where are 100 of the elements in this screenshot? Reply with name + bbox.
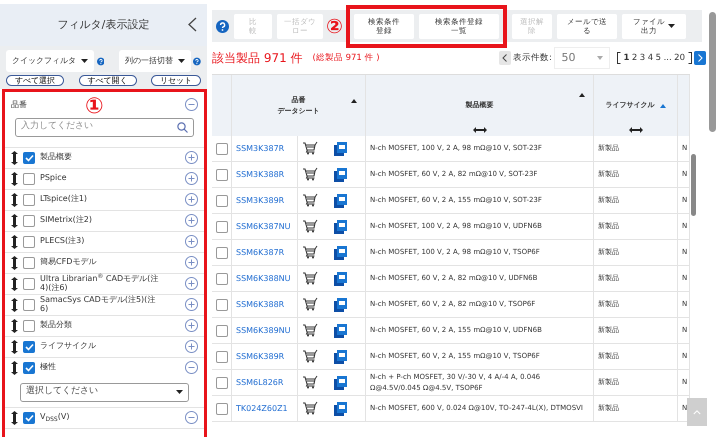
drag-handle-icon[interactable] <box>11 192 18 206</box>
search-field[interactable]: 入力してください <box>15 118 194 136</box>
pdf-icon[interactable] <box>334 376 347 390</box>
checkbox[interactable] <box>23 298 35 310</box>
expand-icon[interactable] <box>185 235 198 248</box>
pdf-icon[interactable] <box>334 168 347 182</box>
scrollbar-thumb[interactable] <box>709 12 716 132</box>
part-number-link[interactable]: SSM6K388NU <box>236 272 291 284</box>
checkbox[interactable] <box>23 362 35 374</box>
drag-handle-icon[interactable] <box>11 214 18 228</box>
drag-handle-icon[interactable] <box>11 234 18 248</box>
expand-icon[interactable] <box>185 214 198 227</box>
row-checkbox[interactable] <box>216 402 228 414</box>
cart-icon[interactable] <box>302 349 318 364</box>
row-checkbox[interactable] <box>216 350 228 362</box>
resize-icon[interactable] <box>628 127 642 133</box>
pdf-icon[interactable] <box>334 350 347 364</box>
pdf-icon[interactable] <box>334 402 347 416</box>
part-number-link[interactable]: SSM6K387NU <box>236 220 291 232</box>
part-number-link[interactable]: SSM6K387R <box>236 246 284 258</box>
pdf-icon[interactable] <box>334 220 347 234</box>
expand-icon[interactable] <box>185 277 198 290</box>
action-button[interactable]: すべて開く <box>78 74 136 86</box>
row-checkbox[interactable] <box>216 376 228 388</box>
checkbox[interactable] <box>23 412 35 424</box>
part-number-link[interactable]: SSM6K388R <box>236 298 284 310</box>
filter-dropdown[interactable]: クイックフィルタ <box>6 50 94 72</box>
page-link[interactable]: 20 <box>674 52 685 64</box>
cart-icon[interactable] <box>302 245 318 260</box>
sort-icon[interactable] <box>351 99 357 103</box>
checkbox[interactable] <box>23 256 35 268</box>
expand-icon[interactable] <box>185 193 198 206</box>
sort-icon[interactable] <box>579 93 585 97</box>
pdf-icon[interactable] <box>334 272 347 286</box>
part-number-link[interactable]: SSM3K387R <box>236 142 284 154</box>
page-link[interactable]: 3 <box>640 52 646 64</box>
expand-icon[interactable] <box>185 172 198 185</box>
row-checkbox[interactable] <box>216 324 228 336</box>
part-number-link[interactable]: TK024Z60Z1 <box>236 402 288 414</box>
cart-icon[interactable] <box>302 271 318 286</box>
drag-handle-icon[interactable] <box>11 172 18 186</box>
drag-handle-icon[interactable] <box>11 340 18 354</box>
expand-icon[interactable] <box>185 319 198 332</box>
expand-icon[interactable] <box>185 151 198 164</box>
checkbox[interactable] <box>23 214 35 226</box>
collapse-icon[interactable] <box>188 17 197 32</box>
pdf-icon[interactable] <box>334 298 347 312</box>
drag-handle-icon[interactable] <box>11 360 18 374</box>
per-page-select[interactable]: 50 <box>554 47 610 69</box>
checkbox[interactable] <box>23 320 35 332</box>
pdf-icon[interactable] <box>334 246 347 260</box>
row-checkbox[interactable] <box>216 194 228 206</box>
page-link[interactable]: 4 <box>648 52 654 64</box>
part-number-link[interactable]: SSM6L826R <box>236 376 284 388</box>
help-icon[interactable] <box>193 54 201 68</box>
scrollbar-thumb[interactable] <box>691 154 696 216</box>
checkbox[interactable] <box>23 194 35 206</box>
action-button[interactable]: リセット <box>151 74 201 86</box>
part-number-link[interactable]: SSM6K389NU <box>236 324 291 336</box>
prev-button[interactable] <box>498 51 511 65</box>
action-button[interactable]: すべて選択 <box>6 74 64 86</box>
drag-handle-icon[interactable] <box>11 256 18 270</box>
drag-handle-icon[interactable] <box>11 150 18 164</box>
part-number-link[interactable]: SSM6K389R <box>236 350 284 362</box>
checkbox[interactable] <box>23 340 35 352</box>
expand-icon[interactable] <box>185 340 198 353</box>
cart-icon[interactable] <box>302 167 318 182</box>
page-link[interactable]: ... <box>664 52 672 64</box>
drag-handle-icon[interactable] <box>11 410 18 424</box>
filter-dropdown[interactable]: 列の一括切替 <box>118 50 191 72</box>
expand-icon[interactable] <box>185 256 198 269</box>
row-checkbox[interactable] <box>216 272 228 284</box>
row-checkbox[interactable] <box>216 142 228 154</box>
cart-icon[interactable] <box>302 401 318 416</box>
cart-icon[interactable] <box>302 141 318 156</box>
page-link[interactable]: 2 <box>632 52 638 64</box>
checkbox[interactable] <box>23 278 35 290</box>
cart-icon[interactable] <box>302 219 318 234</box>
page-link[interactable]: 1 <box>623 52 630 64</box>
drag-handle-icon[interactable] <box>11 276 18 290</box>
drag-handle-icon[interactable] <box>11 298 18 312</box>
next-button[interactable] <box>694 51 706 65</box>
expand-icon[interactable] <box>185 298 198 311</box>
part-number-link[interactable]: SSM3K388R <box>236 168 284 180</box>
pdf-icon[interactable] <box>334 194 347 208</box>
cart-icon[interactable] <box>302 193 318 208</box>
cart-icon[interactable] <box>302 375 318 390</box>
pdf-icon[interactable] <box>334 142 347 156</box>
select-field[interactable]: 選択してください <box>20 382 189 402</box>
row-checkbox[interactable] <box>216 168 228 180</box>
help-icon[interactable] <box>216 20 229 32</box>
resize-icon[interactable] <box>472 127 486 133</box>
row-checkbox[interactable] <box>216 298 228 310</box>
pdf-icon[interactable] <box>334 324 347 338</box>
cart-icon[interactable] <box>302 323 318 338</box>
drag-handle-icon[interactable] <box>11 318 18 332</box>
checkbox[interactable] <box>23 236 35 248</box>
cart-icon[interactable] <box>302 297 318 312</box>
row-checkbox[interactable] <box>216 220 228 232</box>
checkbox[interactable] <box>23 152 35 164</box>
